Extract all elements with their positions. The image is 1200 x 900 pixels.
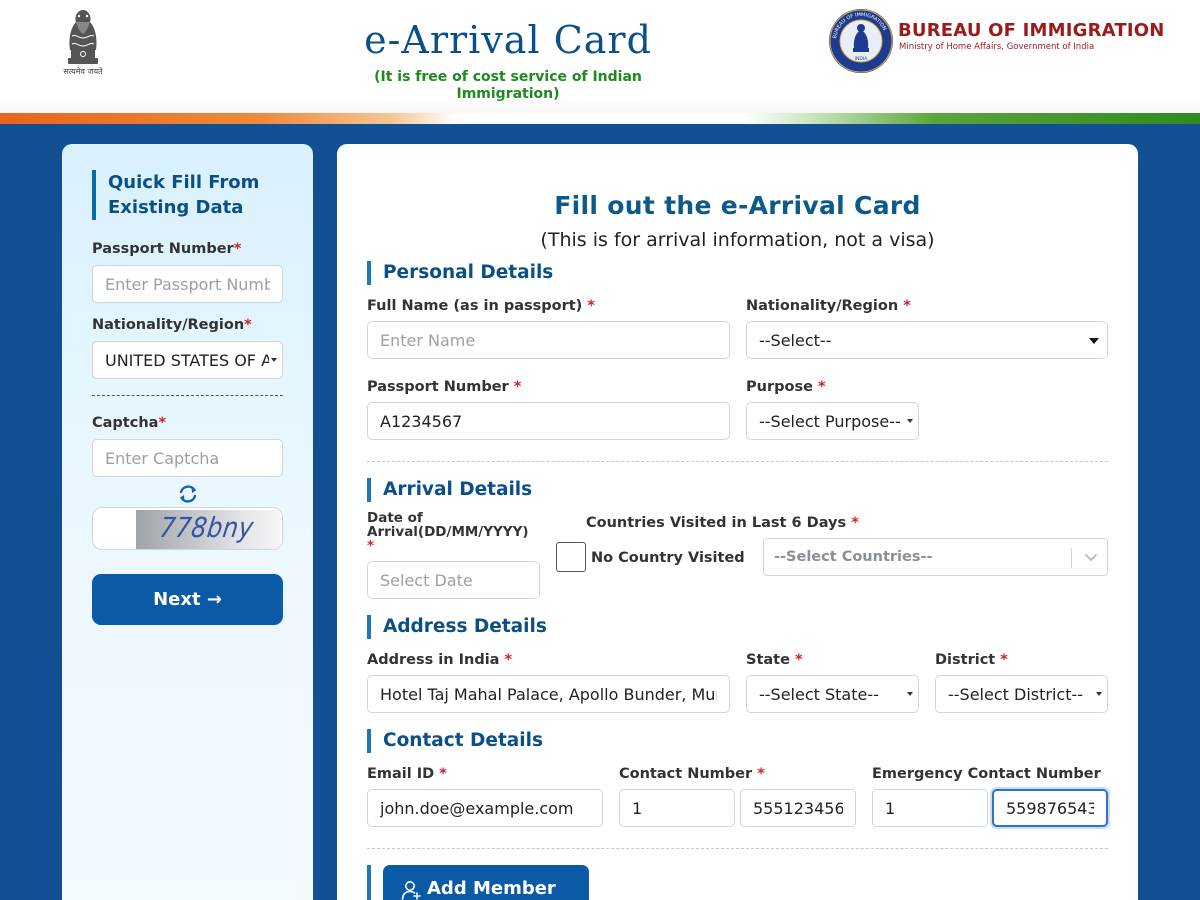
arrival-date-input[interactable] bbox=[367, 561, 540, 599]
site-header: सत्यमेव जयते e-Arrival Card (It is free … bbox=[0, 0, 1200, 124]
tricolor-band bbox=[0, 113, 1200, 124]
email-input[interactable] bbox=[367, 789, 603, 827]
divider bbox=[92, 395, 283, 396]
dropdown-caret-icon bbox=[907, 419, 913, 423]
bureau-seal-icon: INDIA BUREAU OF IMMIGRATION bbox=[829, 9, 893, 73]
dropdown-caret-icon bbox=[907, 692, 913, 696]
quick-fill-panel: Quick Fill From Existing Data Passport N… bbox=[62, 144, 313, 900]
purpose-select[interactable]: --Select Purpose-- bbox=[746, 402, 919, 440]
dropdown-caret-icon bbox=[1089, 338, 1099, 344]
emergency-contact-label: Emergency Contact Number bbox=[872, 766, 1101, 782]
form-subtitle: (This is for arrival information, not a … bbox=[540, 229, 935, 251]
quick-passport-label: Passport Number* bbox=[92, 241, 242, 257]
full-name-input[interactable] bbox=[367, 321, 730, 359]
email-label: Email ID * bbox=[367, 766, 447, 782]
captcha-image-box: 778bny bbox=[92, 507, 283, 550]
quick-passport-input[interactable] bbox=[92, 265, 283, 303]
chevron-down-icon bbox=[1085, 554, 1097, 562]
add-member-accent bbox=[367, 865, 371, 900]
passport-number-label: Passport Number * bbox=[367, 379, 522, 395]
passport-number-input[interactable] bbox=[367, 402, 730, 440]
arrival-date-label: Date of Arrival(DD/MM/YYYY) * bbox=[367, 510, 529, 554]
add-user-icon bbox=[401, 881, 421, 900]
countries-multi-select[interactable]: --Select Countries-- bbox=[763, 538, 1108, 576]
district-label: District * bbox=[935, 652, 1008, 668]
address-label: Address in India * bbox=[367, 652, 513, 668]
quick-nationality-label: Nationality/Region* bbox=[92, 317, 252, 333]
quick-fill-title: Quick Fill From Existing Data bbox=[92, 170, 292, 220]
dropdown-caret-icon bbox=[271, 358, 277, 362]
address-details-heading: Address Details bbox=[367, 615, 547, 639]
state-select[interactable]: --Select State-- bbox=[746, 675, 919, 713]
full-name-label: Full Name (as in passport) * bbox=[367, 298, 595, 314]
countries-visited-label: Countries Visited in Last 6 Days * bbox=[586, 515, 859, 531]
section-divider bbox=[367, 848, 1108, 849]
arrival-card-form: Fill out the e-Arrival Card (This is for… bbox=[337, 144, 1138, 900]
captcha-image: 778bny bbox=[136, 510, 280, 549]
contact-country-code-input[interactable] bbox=[619, 789, 735, 827]
no-country-checkbox[interactable] bbox=[556, 542, 586, 572]
contact-details-heading: Contact Details bbox=[367, 729, 543, 753]
refresh-captcha-icon[interactable] bbox=[176, 482, 200, 506]
svg-text:INDIA: INDIA bbox=[855, 56, 868, 62]
contact-number-label: Contact Number * bbox=[619, 766, 765, 782]
address-input[interactable] bbox=[367, 675, 730, 713]
personal-details-heading: Personal Details bbox=[367, 261, 553, 285]
next-button[interactable]: Next → bbox=[92, 574, 283, 625]
countries-placeholder: --Select Countries-- bbox=[774, 549, 933, 565]
no-country-label: No Country Visited bbox=[591, 550, 745, 566]
captcha-text: 778bny bbox=[157, 511, 256, 545]
arrival-details-heading: Arrival Details bbox=[367, 478, 532, 502]
purpose-label: Purpose * bbox=[746, 379, 826, 395]
nationality-label: Nationality/Region * bbox=[746, 298, 911, 314]
select-divider bbox=[1071, 548, 1072, 568]
bureau-subtitle: Ministry of Home Affairs, Government of … bbox=[899, 42, 1095, 52]
header-fade bbox=[0, 96, 1200, 114]
captcha-label: Captcha* bbox=[92, 415, 167, 431]
district-select[interactable]: --Select District-- bbox=[935, 675, 1108, 713]
emblem-motto: सत्यमेव जयते bbox=[63, 67, 103, 76]
nationality-select[interactable]: --Select-- bbox=[746, 321, 1108, 359]
captcha-input[interactable] bbox=[92, 439, 283, 477]
form-title: Fill out the e-Arrival Card bbox=[554, 191, 921, 220]
contact-number-input[interactable] bbox=[740, 789, 856, 827]
emergency-number-input[interactable] bbox=[992, 789, 1108, 827]
bureau-title: BUREAU OF IMMIGRATION bbox=[898, 20, 1165, 41]
site-title: e-Arrival Card bbox=[364, 18, 652, 62]
dropdown-caret-icon bbox=[1096, 692, 1102, 696]
state-label: State * bbox=[746, 652, 803, 668]
quick-nationality-select[interactable]: UNITED STATES OF AMERICA bbox=[92, 341, 283, 379]
emergency-country-code-input[interactable] bbox=[872, 789, 988, 827]
section-divider bbox=[367, 461, 1108, 462]
